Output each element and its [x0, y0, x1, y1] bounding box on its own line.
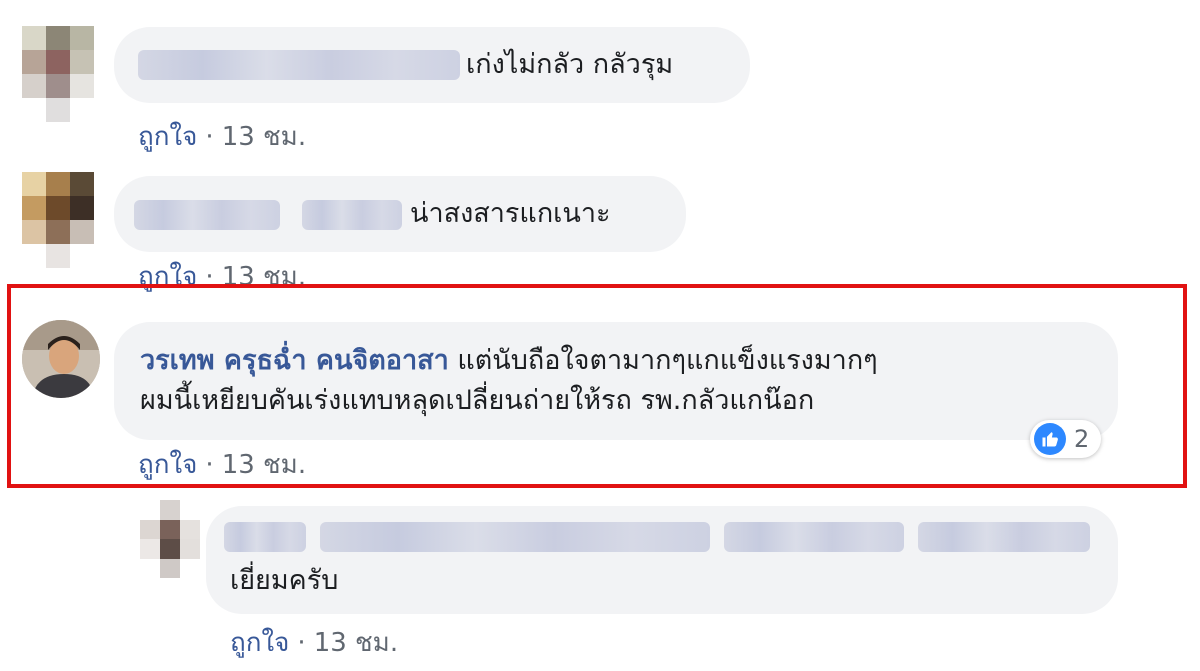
comment-text: น่าสงสารแกเนาะ	[410, 198, 611, 229]
comment-actions: ถูกใจ · 13 ชม.	[230, 622, 398, 663]
comment-actions: ถูกใจ · 13 ชม.	[138, 444, 306, 485]
separator: ·	[205, 450, 214, 480]
blurred-author-name	[302, 200, 402, 230]
blurred-author-name	[918, 522, 1090, 552]
separator: ·	[205, 122, 214, 152]
comment-actions: ถูกใจ · 13 ชม.	[138, 116, 306, 157]
blurred-author-name	[320, 522, 710, 552]
timestamp[interactable]: 13 ชม.	[222, 122, 306, 152]
avatar[interactable]	[22, 26, 94, 122]
comment-text: เยี่ยมครับ	[230, 565, 339, 596]
comment-author[interactable]: วรเทพ ครุธฉ่ำ คนจิตอาสา	[140, 345, 449, 376]
blurred-author-name	[138, 50, 460, 80]
separator: ·	[297, 628, 306, 658]
like-link[interactable]: ถูกใจ	[138, 122, 197, 152]
avatar[interactable]	[140, 500, 200, 578]
blurred-author-name	[134, 200, 280, 230]
reaction-count: 2	[1074, 425, 1090, 453]
comment-text: แต่นับถือใจตามากๆแกแข็งแรงมากๆ	[457, 345, 878, 376]
timestamp[interactable]: 13 ชม.	[222, 450, 306, 480]
avatar[interactable]	[22, 172, 94, 268]
avatar[interactable]	[22, 320, 100, 398]
blurred-author-name	[224, 522, 306, 552]
like-link[interactable]: ถูกใจ	[230, 628, 289, 658]
reaction-summary[interactable]: 2	[1030, 420, 1102, 458]
timestamp[interactable]: 13 ชม.	[314, 628, 398, 658]
like-link[interactable]: ถูกใจ	[138, 450, 197, 480]
profile-photo	[22, 320, 100, 398]
comment-text: เก่งไม่กลัว กลัวรุม	[466, 49, 674, 80]
blurred-author-name	[724, 522, 904, 552]
thumbs-up-icon	[1034, 423, 1066, 455]
comment-text: ผมนี้เหยียบคันเร่งแทบหลุดเปลี่ยนถ่ายให้ร…	[140, 385, 815, 416]
